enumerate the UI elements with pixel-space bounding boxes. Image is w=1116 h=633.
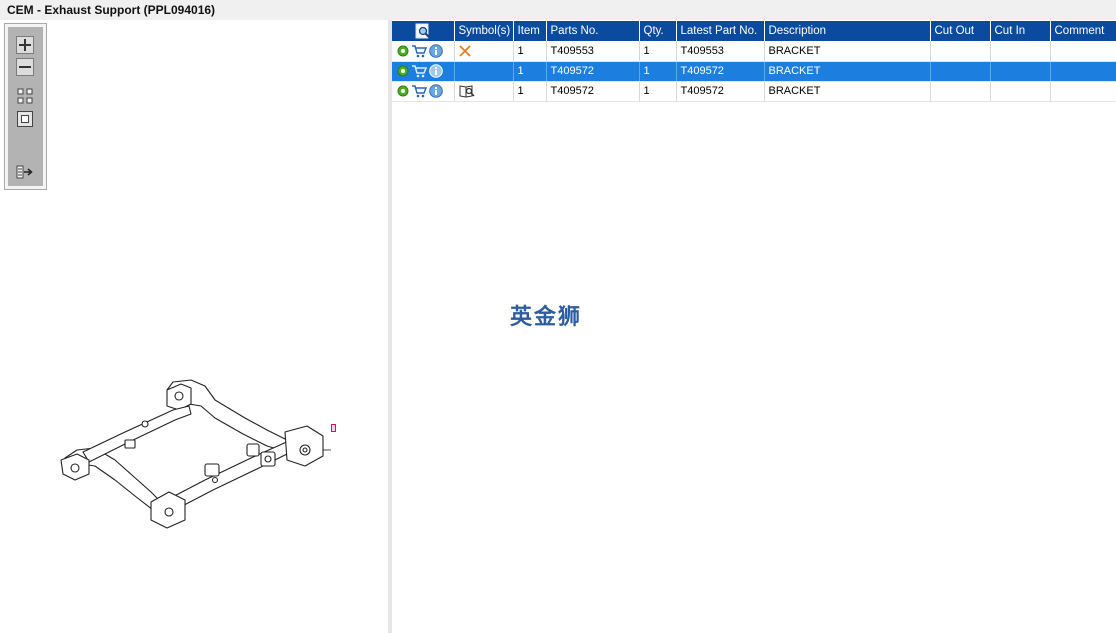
column-header-comment[interactable]: Comment	[1050, 21, 1116, 41]
watermark-text: 英金狮	[510, 305, 583, 330]
row-item: 1	[513, 81, 547, 102]
row-qty: 1	[639, 41, 677, 62]
table-row[interactable]: 1 T409553 1 T409553 BRACKET	[392, 41, 1116, 62]
viewer-toolbar	[4, 23, 47, 190]
parts-table: Symbol(s) Item Parts No. Qty. Latest Par…	[392, 21, 1116, 102]
row-comment	[1050, 61, 1116, 82]
column-header-symbols[interactable]: Symbol(s)	[454, 21, 514, 41]
row-description: BRACKET	[764, 41, 931, 62]
search-document-icon	[415, 23, 430, 39]
info-icon[interactable]	[429, 43, 443, 58]
row-latest-part-no: T409572	[676, 61, 765, 82]
gear-icon[interactable]	[397, 65, 409, 77]
column-header-cut-out[interactable]: Cut Out	[930, 21, 991, 41]
column-header-cut-in[interactable]: Cut In	[990, 21, 1051, 41]
column-header-item[interactable]: Item	[513, 21, 547, 41]
square-icon	[17, 111, 33, 127]
row-part-no: T409572	[546, 81, 640, 102]
column-header-actions[interactable]	[392, 21, 455, 41]
grid-icon	[17, 88, 33, 104]
row-latest-part-no: T409572	[676, 81, 765, 102]
row-symbol	[454, 61, 514, 82]
title-bar: CEM - Exhaust Support (PPL094016)	[0, 0, 1116, 20]
minus-icon	[16, 58, 34, 76]
row-actions	[392, 41, 455, 62]
exhaust-support-drawing	[60, 379, 331, 529]
application-window: CEM - Exhaust Support (PPL094016) Symbol…	[0, 0, 1116, 633]
row-part-no: T409553	[546, 41, 640, 62]
row-actions	[392, 61, 455, 82]
book-magnifier-icon	[459, 85, 475, 98]
row-item: 1	[513, 41, 547, 62]
fit-all-button[interactable]	[16, 87, 34, 105]
row-cut-out	[930, 61, 991, 82]
viewer-toolbar-body	[8, 27, 43, 186]
export-button[interactable]	[16, 163, 34, 181]
row-qty: 1	[639, 61, 677, 82]
list-arrow-icon	[16, 165, 33, 179]
column-header-latest-part-no[interactable]: Latest Part No.	[676, 21, 765, 41]
column-header-parts-no[interactable]: Parts No.	[546, 21, 640, 41]
row-cut-out	[930, 81, 991, 102]
cart-icon[interactable]	[411, 84, 427, 98]
row-qty: 1	[639, 81, 677, 102]
fit-window-button[interactable]	[16, 110, 34, 128]
zoom-out-button[interactable]	[16, 58, 34, 76]
window-title: CEM - Exhaust Support (PPL094016)	[7, 3, 216, 17]
gear-icon[interactable]	[397, 45, 409, 57]
parts-list-panel: Symbol(s) Item Parts No. Qty. Latest Par…	[392, 20, 1116, 633]
cross-icon	[458, 45, 471, 57]
table-header-row: Symbol(s) Item Parts No. Qty. Latest Par…	[392, 21, 1116, 41]
cart-icon[interactable]	[411, 64, 427, 78]
plus-icon	[16, 36, 34, 54]
row-actions	[392, 81, 455, 102]
info-icon[interactable]	[429, 84, 443, 98]
cart-icon[interactable]	[411, 44, 427, 58]
row-part-no: T409572	[546, 61, 640, 82]
table-row-selected[interactable]: 1 T409572 1 T409572 BRACKET	[392, 61, 1116, 82]
row-symbol	[454, 41, 514, 62]
row-cut-out	[930, 41, 991, 62]
row-comment	[1050, 41, 1116, 62]
column-header-qty[interactable]: Qty.	[639, 21, 677, 41]
row-cut-in	[990, 41, 1051, 62]
row-description: BRACKET	[764, 81, 931, 102]
zoom-in-button[interactable]	[16, 36, 34, 54]
callout-item-1[interactable]	[331, 424, 336, 432]
gear-icon[interactable]	[397, 85, 409, 97]
illustration-panel[interactable]	[0, 20, 388, 633]
row-latest-part-no: T409553	[676, 41, 765, 62]
info-icon[interactable]	[429, 64, 443, 78]
row-symbol	[454, 81, 514, 102]
table-row[interactable]: 1 T409572 1 T409572 BRACKET	[392, 81, 1116, 102]
column-header-description[interactable]: Description	[764, 21, 931, 41]
row-item: 1	[513, 61, 547, 82]
row-comment	[1050, 81, 1116, 102]
row-cut-in	[990, 81, 1051, 102]
row-cut-in	[990, 61, 1051, 82]
row-description: BRACKET	[764, 61, 931, 82]
